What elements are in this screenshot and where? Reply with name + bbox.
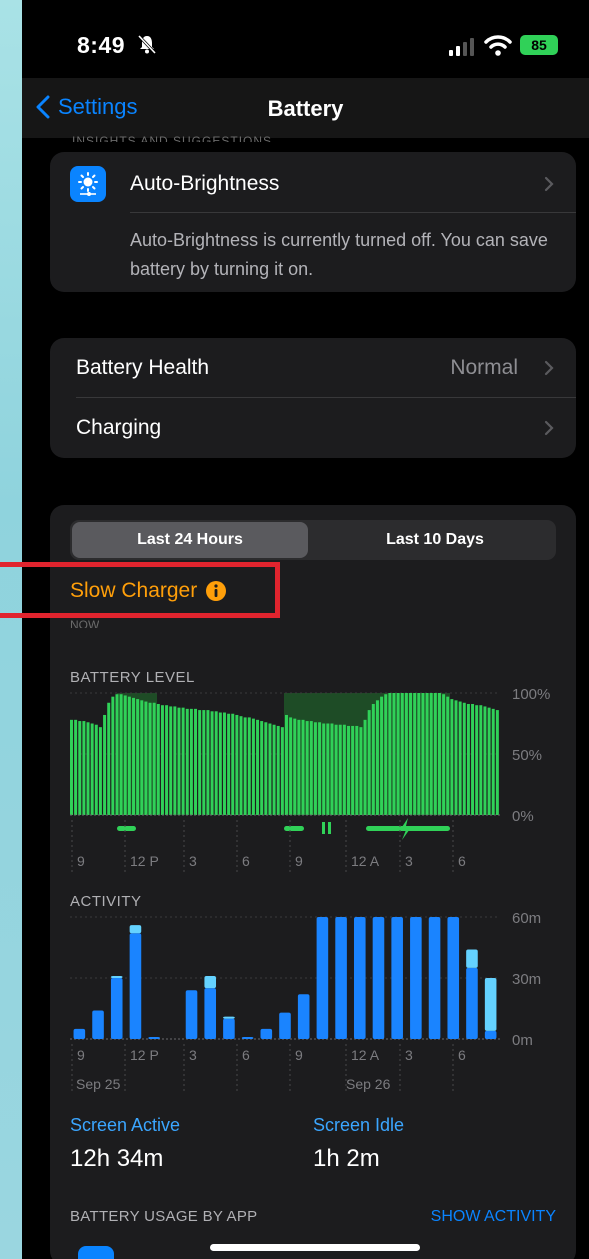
- charging-row[interactable]: Charging: [50, 398, 576, 458]
- app-icon: [78, 1246, 114, 1259]
- tab-last-24-hours[interactable]: Last 24 Hours: [72, 522, 308, 558]
- screen-idle-label: Screen Idle: [313, 1115, 405, 1135]
- section-header-peek: INSIGHTS AND SUGGESTIONS: [72, 134, 273, 142]
- divider: [130, 212, 576, 213]
- bell-slash-icon: [137, 34, 157, 55]
- navigation-bar: Settings Battery: [22, 78, 589, 138]
- battery-charging-icon: 85: [520, 35, 558, 55]
- insight-card[interactable]: Auto-Brightness Auto-Brightness is curre…: [50, 152, 576, 292]
- chevron-right-icon: [544, 360, 554, 376]
- now-label-peek: NOW: [70, 618, 100, 628]
- insight-description: Auto-Brightness is currently turned off.…: [130, 230, 548, 279]
- phone-screen: 8:49 85 Settings Battery INSIGHTS AND SU…: [22, 0, 589, 1259]
- charging-label: Charging: [76, 416, 162, 439]
- highlight-annotation: [0, 562, 280, 618]
- battery-health-label: Battery Health: [76, 356, 210, 379]
- activity-label: ACTIVITY: [70, 893, 142, 910]
- screen-active-label: Screen Active: [70, 1115, 181, 1135]
- chevron-right-icon: [544, 420, 554, 436]
- chevron-right-icon: [544, 176, 554, 192]
- screen-idle-value: 1h 2m: [313, 1145, 380, 1172]
- signal-icon: [449, 38, 474, 56]
- battery-percent: 85: [531, 37, 547, 53]
- home-indicator: [210, 1244, 420, 1251]
- page-title: Battery: [267, 96, 344, 121]
- battery-health-row[interactable]: Battery Health Normal: [50, 338, 576, 398]
- health-card: Battery Health Normal Charging: [50, 338, 576, 458]
- battery-usage-by-app-header: BATTERY USAGE BY APP: [70, 1208, 258, 1225]
- time-range-segmented-control: Last 24 Hours Last 10 Days: [70, 520, 556, 560]
- screen-active-value: 12h 34m: [70, 1145, 164, 1172]
- brightness-icon: [70, 166, 106, 202]
- wifi-icon: [484, 35, 512, 56]
- battery-level-label: BATTERY LEVEL: [70, 669, 195, 686]
- insight-title: Auto-Brightness: [130, 172, 280, 195]
- battery-health-value: Normal: [450, 356, 518, 379]
- status-time: 8:49: [77, 32, 126, 58]
- tab-last-10-days[interactable]: Last 10 Days: [316, 522, 554, 558]
- show-activity-button[interactable]: SHOW ACTIVITY: [431, 1208, 556, 1226]
